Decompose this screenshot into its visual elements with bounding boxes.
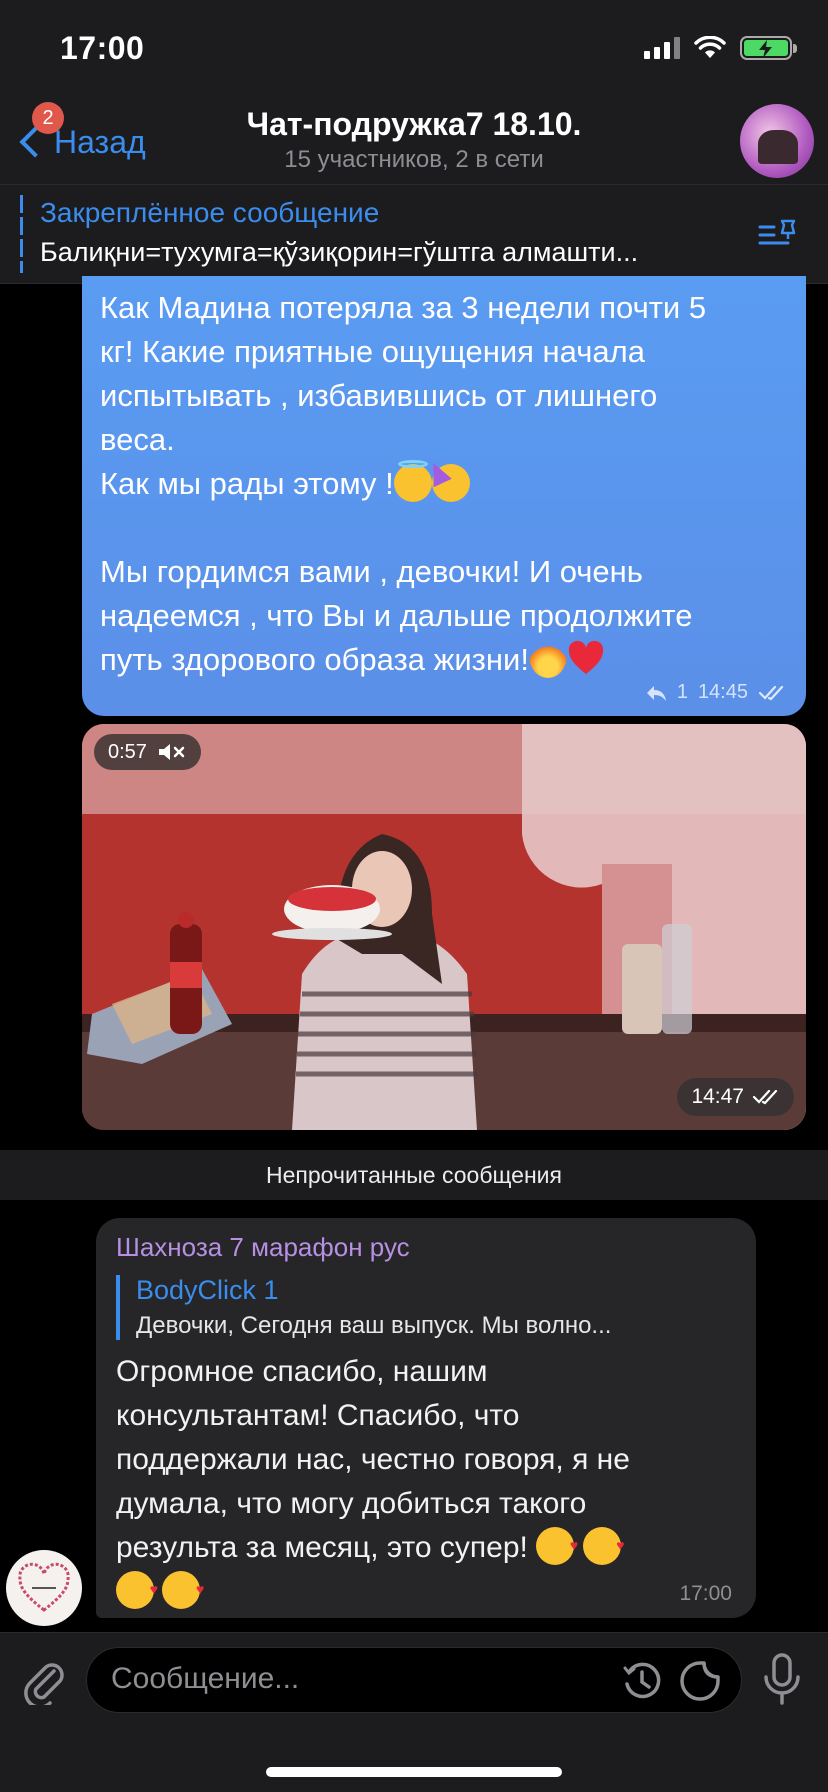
party-face-emoji-icon bbox=[424, 458, 470, 502]
message-input-bar: Сообщение... bbox=[0, 1632, 828, 1792]
message-time: 14:45 bbox=[697, 681, 748, 703]
message-text: Как Мадина потеряла за 3 недели почти 5 … bbox=[100, 286, 788, 682]
pinned-text: Балиқни=тухумга=қўзиқорин=гўштга алмашти… bbox=[40, 237, 639, 267]
message-text: Огромное спасибо, нашим консультантам! С… bbox=[116, 1350, 736, 1614]
video-time: 14:47 bbox=[691, 1085, 744, 1108]
sender-avatar[interactable] bbox=[6, 1550, 82, 1626]
sender-name[interactable]: Шахноза 7 марафон рус bbox=[116, 1232, 736, 1263]
pinned-indicator bbox=[20, 195, 23, 273]
red-heart-emoji-icon bbox=[567, 640, 605, 678]
message-meta: 1 14:45 bbox=[645, 681, 786, 704]
video-duration-badge[interactable]: 0:57 bbox=[94, 734, 201, 770]
reply-author: BodyClick 1 bbox=[136, 1275, 279, 1305]
incoming-message[interactable]: Шахноза 7 марафон рус BodyClick 1 Девочк… bbox=[96, 1218, 756, 1618]
paperclip-icon[interactable] bbox=[20, 1655, 66, 1705]
signal-icon bbox=[644, 37, 680, 59]
heart-logo-icon bbox=[18, 1562, 70, 1612]
message-time: 17:00 bbox=[679, 1582, 732, 1605]
replies-count: 1 bbox=[676, 681, 688, 703]
battery-charging-icon bbox=[740, 36, 797, 60]
chat-avatar[interactable] bbox=[740, 104, 814, 178]
microphone-icon[interactable] bbox=[762, 1653, 802, 1707]
smiling-face-hearts-emoji-icon: ♥ bbox=[162, 1571, 204, 1609]
schedule-clock-icon[interactable] bbox=[621, 1660, 663, 1702]
double-check-icon bbox=[752, 1089, 778, 1105]
pinned-list-icon[interactable] bbox=[758, 217, 800, 251]
pinned-message[interactable]: Закреплённое сообщение Балиқни=тухумга=қ… bbox=[0, 184, 828, 284]
reply-arrow-icon bbox=[646, 685, 666, 701]
smiling-face-hearts-emoji-icon: ♥ bbox=[116, 1571, 158, 1609]
video-time-badge: 14:47 bbox=[677, 1078, 794, 1116]
status-time: 17:00 bbox=[60, 30, 145, 66]
status-icons bbox=[644, 36, 797, 60]
message-input[interactable]: Сообщение... bbox=[86, 1647, 742, 1713]
sticker-icon[interactable] bbox=[679, 1660, 721, 1702]
video-thumbnail bbox=[82, 724, 806, 1130]
wifi-icon bbox=[694, 36, 726, 58]
chat-header: Назад 2 Чат-подружка7 18.10. 15 участник… bbox=[0, 100, 828, 184]
fire-emoji-icon bbox=[528, 640, 567, 678]
double-check-icon bbox=[758, 685, 784, 700]
reply-text: Девочки, Сегодня ваш выпуск. Мы волно... bbox=[136, 1312, 612, 1339]
chat-title[interactable]: Чат-подружка7 18.10. bbox=[0, 106, 828, 143]
chat-subtitle: 15 участников, 2 в сети bbox=[284, 146, 544, 173]
smiling-face-hearts-emoji-icon: ♥ bbox=[536, 1527, 578, 1565]
status-bar: 17:00 bbox=[0, 0, 828, 100]
video-duration: 0:57 bbox=[108, 740, 147, 763]
reply-quote[interactable]: BodyClick 1 Девочки, Сегодня ваш выпуск.… bbox=[116, 1275, 736, 1340]
pinned-title: Закреплённое сообщение bbox=[40, 197, 380, 228]
unread-divider: Непрочитанные сообщения bbox=[0, 1150, 828, 1200]
video-message[interactable]: 0:57 14:47 bbox=[82, 724, 806, 1130]
smiling-face-hearts-emoji-icon: ♥ bbox=[582, 1527, 625, 1565]
muted-speaker-icon bbox=[158, 744, 185, 760]
outgoing-message[interactable]: Как Мадина потеряла за 3 недели почти 5 … bbox=[82, 276, 806, 716]
message-input-placeholder: Сообщение... bbox=[111, 1662, 300, 1695]
home-indicator[interactable] bbox=[266, 1767, 562, 1777]
